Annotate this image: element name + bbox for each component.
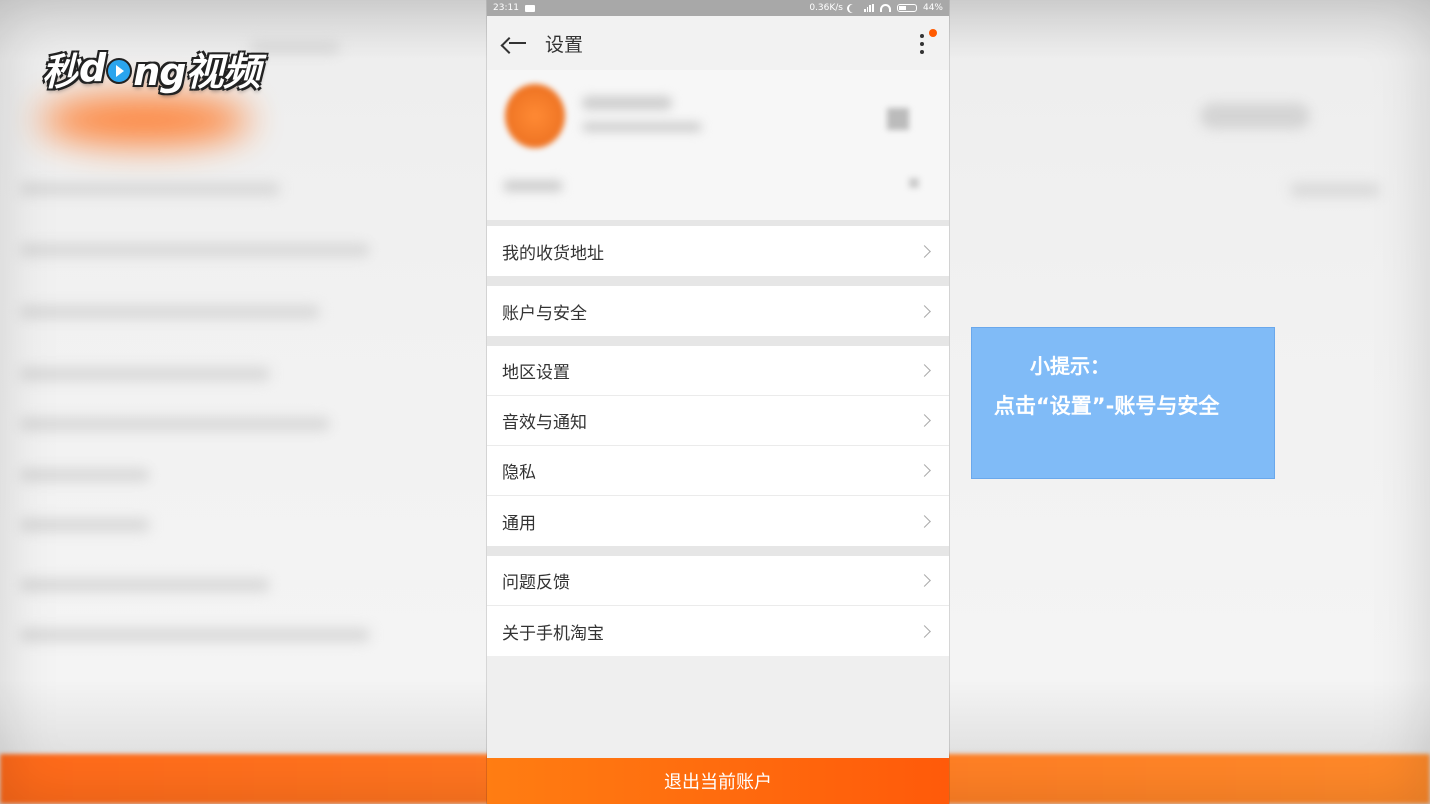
status-time: 23:11 <box>493 3 519 13</box>
signal-icon <box>863 4 874 12</box>
network-speed: 0.36K/s <box>809 3 843 13</box>
logo-text-middle: d <box>79 46 106 90</box>
play-icon <box>106 58 133 84</box>
battery-icon <box>896 4 917 12</box>
blurred-label <box>503 180 563 192</box>
settings-item-general[interactable]: 通用 <box>487 496 949 546</box>
battery-level: 44% <box>922 3 943 13</box>
settings-item-sound-notifications[interactable]: 音效与通知 <box>487 396 949 446</box>
chevron-right-icon <box>918 514 931 528</box>
chevron-right-icon <box>918 464 931 477</box>
settings-item-label: 问题反馈 <box>502 573 570 593</box>
chevron-right-icon <box>918 244 931 258</box>
logo-text-prefix: 秒 <box>42 49 80 94</box>
wifi-icon <box>879 4 891 12</box>
tip-title: 小提示： <box>1030 354 1110 378</box>
chevron-right-icon <box>918 574 931 587</box>
phone-screen: 23:11 0.36K/s 44% 设置 我的收货地址 账户与安全 地区设置 音… <box>487 0 949 804</box>
settings-item-label: 我的收货地址 <box>502 243 604 264</box>
profile-card-blurred[interactable] <box>487 70 949 220</box>
settings-group-about: 问题反馈 关于手机淘宝 <box>487 556 949 656</box>
divider <box>487 276 949 286</box>
back-arrow-icon[interactable] <box>507 31 531 55</box>
logo-text-suffix: ng视频 <box>133 49 260 94</box>
settings-group-general: 地区设置 音效与通知 隐私 通用 <box>487 346 949 546</box>
video-logo: 秒 d ng视频 <box>42 40 260 96</box>
settings-group-address: 我的收货地址 <box>487 226 949 276</box>
chevron-right-icon <box>918 364 931 377</box>
settings-item-about-taobao[interactable]: 关于手机淘宝 <box>487 606 949 656</box>
settings-item-label: 通用 <box>502 513 536 534</box>
qr-code-icon <box>887 108 909 130</box>
blurred-subtitle <box>582 122 702 132</box>
chevron-right-icon <box>909 178 919 188</box>
status-bar: 23:11 0.36K/s 44% <box>487 0 949 16</box>
settings-item-region[interactable]: 地区设置 <box>487 346 949 396</box>
notification-dot <box>929 29 937 37</box>
settings-item-label: 音效与通知 <box>502 413 587 433</box>
avatar <box>505 84 565 148</box>
chevron-right-icon <box>918 624 931 638</box>
chevron-right-icon <box>918 414 931 427</box>
camera-icon <box>524 4 535 12</box>
settings-item-label: 隐私 <box>502 463 536 483</box>
chevron-right-icon <box>918 304 931 318</box>
settings-item-privacy[interactable]: 隐私 <box>487 446 949 496</box>
app-bar: 设置 <box>487 16 949 70</box>
settings-group-account: 账户与安全 <box>487 286 949 336</box>
page-title: 设置 <box>545 33 584 56</box>
more-options-icon[interactable] <box>919 34 925 54</box>
moon-icon <box>849 4 858 13</box>
logout-button[interactable]: 退出当前账户 <box>487 758 949 804</box>
settings-item-feedback[interactable]: 问题反馈 <box>487 556 949 606</box>
settings-item-address[interactable]: 我的收货地址 <box>487 226 949 276</box>
blurred-username <box>582 96 672 110</box>
tip-box: 小提示： 点击“设置”-账号与安全 <box>971 327 1275 479</box>
tip-body: 点击“设置”-账号与安全 <box>994 394 1220 418</box>
settings-item-account-security[interactable]: 账户与安全 <box>487 286 949 336</box>
divider <box>487 336 949 346</box>
settings-item-label: 账户与安全 <box>502 303 587 324</box>
settings-item-label: 地区设置 <box>502 363 570 383</box>
divider <box>487 546 949 556</box>
settings-item-label: 关于手机淘宝 <box>502 623 604 644</box>
